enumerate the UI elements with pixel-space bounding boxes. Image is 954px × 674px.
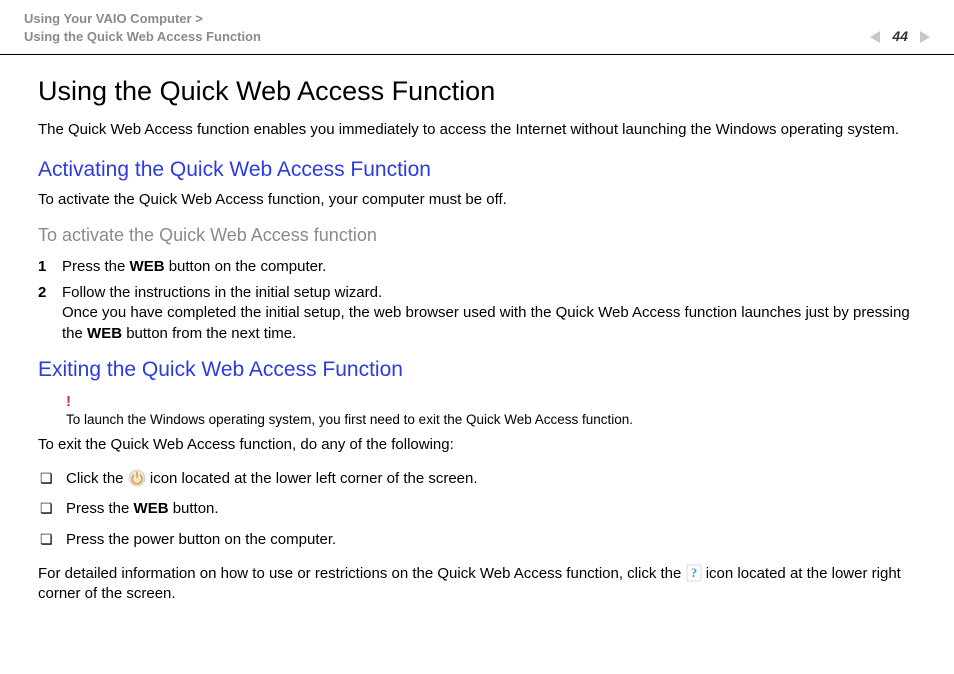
list-text: Click the — [66, 470, 128, 487]
trailing-paragraph: For detailed information on how to use o… — [38, 564, 926, 605]
page-title: Using the Quick Web Access Function — [38, 73, 926, 109]
page-content: Using the Quick Web Access Function The … — [0, 55, 954, 632]
step-text-bold: WEB — [87, 325, 122, 342]
power-icon — [128, 469, 146, 487]
list-text: icon located at the lower left corner of… — [150, 470, 478, 487]
list-text: button. — [169, 500, 219, 517]
step-text: button from the next time. — [122, 325, 296, 342]
list-item: Press the WEB button. — [38, 499, 926, 519]
procedure-heading: To activate the Quick Web Access functio… — [38, 223, 926, 247]
list-item: Click the icon located at the lower left… — [38, 469, 926, 489]
page-intro: The Quick Web Access function enables yo… — [38, 120, 926, 140]
list-item: Press the power button on the computer. — [38, 530, 926, 550]
caution-text: To launch the Windows operating system, … — [66, 411, 926, 429]
svg-text:?: ? — [690, 565, 697, 580]
page-header: Using Your VAIO Computer > Using the Qui… — [0, 0, 954, 54]
page: Using Your VAIO Computer > Using the Qui… — [0, 0, 954, 674]
step-text: button on the computer. — [165, 258, 327, 275]
step-item: Press the WEB button on the computer. — [38, 257, 926, 277]
section-heading-activate: Activating the Quick Web Access Function — [38, 156, 926, 184]
chevron-right-icon: > — [195, 11, 203, 26]
step-item: Follow the instructions in the initial s… — [38, 283, 926, 344]
list-text: Press the — [66, 500, 134, 517]
step-text-bold: WEB — [130, 258, 165, 275]
list-text-bold: WEB — [134, 500, 169, 517]
step-text: Press the — [62, 258, 130, 275]
exit-options-list: Click the icon located at the lower left… — [38, 469, 926, 550]
breadcrumb-page: Using the Quick Web Access Function — [24, 29, 261, 44]
trail-text: For detailed information on how to use o… — [38, 565, 686, 582]
page-number: 44 — [892, 27, 908, 46]
caution-note: ! To launch the Windows operating system… — [38, 392, 926, 428]
breadcrumb-section: Using Your VAIO Computer — [24, 11, 192, 26]
activate-intro: To activate the Quick Web Access functio… — [38, 190, 926, 210]
section-heading-exit: Exiting the Quick Web Access Function — [38, 356, 926, 384]
list-text: Press the power button on the computer. — [66, 531, 336, 548]
help-icon: ? — [686, 564, 702, 582]
page-navigation: 44 — [866, 27, 934, 46]
next-page-button[interactable] — [914, 28, 934, 46]
step-text: Follow the instructions in the initial s… — [62, 284, 382, 301]
caution-icon: ! — [66, 392, 926, 412]
activation-steps: Press the WEB button on the computer. Fo… — [38, 257, 926, 344]
prev-page-button[interactable] — [866, 28, 886, 46]
breadcrumb: Using Your VAIO Computer > Using the Qui… — [24, 10, 261, 46]
exit-intro: To exit the Quick Web Access function, d… — [38, 435, 926, 455]
